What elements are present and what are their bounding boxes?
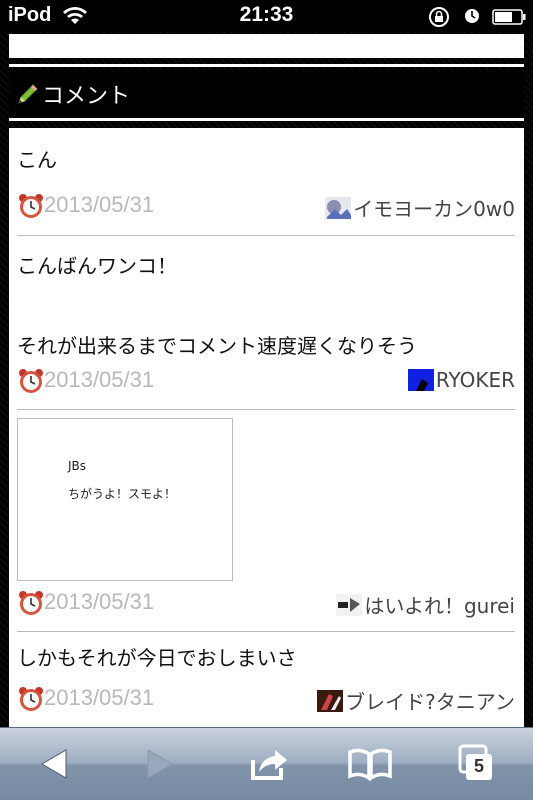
image-handwriting-line-1: JBs bbox=[68, 459, 87, 473]
tabs-count: 5 bbox=[473, 756, 484, 776]
alarm-clock-icon bbox=[19, 194, 43, 218]
comment-date: 2013/05/31 bbox=[44, 367, 155, 392]
alarm-clock-icon bbox=[19, 687, 43, 711]
comment-image[interactable]: JBs ちがうよ！スモよ！ bbox=[17, 418, 233, 581]
author-avatar bbox=[407, 369, 434, 391]
comment-item: こんばんワンコ！ それが出来るまでコメント速度遅くなりそう 2013/05/31… bbox=[17, 236, 515, 410]
author-avatar bbox=[317, 689, 344, 712]
author-avatar bbox=[325, 196, 352, 219]
comment-item: こん 2013/05/31 イモヨーカン0w0 bbox=[17, 146, 515, 236]
comment-meta: 2013/05/31 ブレイド?タニアン bbox=[17, 684, 515, 714]
comment-author[interactable]: イモヨーカン0w0 bbox=[325, 193, 515, 222]
header-divider-bottom bbox=[9, 118, 524, 121]
share-button[interactable] bbox=[243, 742, 291, 786]
comment-text: こんばんワンコ！ それが出来るまでコメント速度遅くなりそう bbox=[17, 254, 417, 358]
comment-author[interactable]: ブレイド?タニアン bbox=[317, 686, 515, 715]
alarm-clock-icon bbox=[19, 591, 43, 615]
comment-meta: 2013/05/31 RYOKER bbox=[17, 366, 515, 396]
battery-icon bbox=[492, 9, 526, 25]
bookmarks-icon bbox=[348, 748, 392, 782]
status-bar: iPod 21:33 bbox=[0, 0, 533, 32]
comment-item: JBs ちがうよ！スモよ！ 2013/05/31 はいよれ！gurei bbox=[17, 410, 515, 632]
tabs-button[interactable]: 5 bbox=[452, 742, 500, 786]
author-name: はいよれ！gurei bbox=[364, 594, 515, 618]
alarm-clock-icon bbox=[19, 369, 43, 393]
top-content-strip bbox=[9, 34, 524, 58]
back-icon bbox=[41, 749, 67, 779]
comment-text: こん bbox=[17, 148, 57, 172]
section-title: コメント bbox=[42, 84, 131, 109]
clock-icon bbox=[465, 9, 479, 23]
comment-meta: 2013/05/31 はいよれ！gurei bbox=[17, 588, 515, 618]
comment-author[interactable]: RYOKER bbox=[407, 368, 515, 392]
share-icon bbox=[251, 750, 287, 780]
image-handwriting-line-2: ちがうよ！スモよ！ bbox=[68, 487, 177, 501]
comment-list: こん 2013/05/31 イモヨーカン0w0 こんばんワンコ！ それが出来るま… bbox=[9, 128, 524, 728]
author-name: ブレイド?タニアン bbox=[345, 690, 515, 714]
comment-date: 2013/05/31 bbox=[44, 192, 155, 217]
bookmarks-button[interactable] bbox=[346, 742, 394, 786]
comment-text: しかもそれが今日でおしまいさ bbox=[17, 646, 297, 670]
header-divider-top bbox=[9, 64, 524, 67]
back-button[interactable] bbox=[30, 742, 78, 786]
forward-icon bbox=[147, 749, 173, 779]
pencil-icon bbox=[18, 84, 38, 104]
comment-meta: 2013/05/31 イモヨーカン0w0 bbox=[17, 191, 515, 221]
comment-author[interactable]: はいよれ！gurei bbox=[336, 590, 515, 619]
author-name: RYOKER bbox=[435, 368, 515, 392]
author-avatar bbox=[336, 593, 363, 616]
comment-date: 2013/05/31 bbox=[44, 589, 155, 614]
comment-item: しかもそれが今日でおしまいさ 2013/05/31 ブレイド?タニアン bbox=[17, 632, 515, 728]
forward-button[interactable] bbox=[136, 742, 184, 786]
browser-toolbar: 5 bbox=[0, 727, 533, 800]
author-name: イモヨーカン0w0 bbox=[353, 197, 515, 221]
comment-date: 2013/05/31 bbox=[44, 685, 155, 710]
rotation-lock-icon bbox=[429, 7, 449, 27]
status-time: 21:33 bbox=[239, 3, 294, 26]
comment-section-header: コメント bbox=[9, 71, 524, 117]
